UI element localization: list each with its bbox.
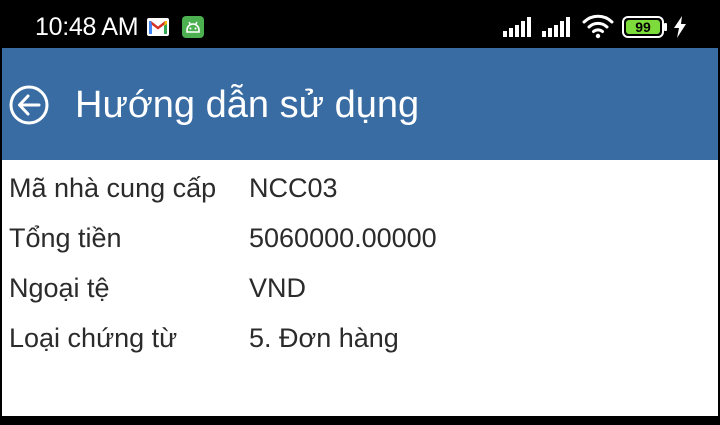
back-arrow-circle-icon[interactable] <box>8 84 50 126</box>
detail-value: 5. Đơn hàng <box>249 323 399 353</box>
status-time: 10:48 AM <box>35 13 139 41</box>
detail-row-currency: Ngoại tệ VND <box>2 260 718 310</box>
detail-label: Loại chứng từ <box>9 323 178 353</box>
detail-row-supplier-code: Mã nhà cung cấp NCC03 <box>2 160 718 210</box>
app-screen: Hướng dẫn sử dụng Mã nhà cung cấp NCC03 … <box>2 48 718 416</box>
status-bar: 10:48 AM 99 <box>0 0 720 52</box>
signal-icon <box>542 17 570 37</box>
gmail-icon <box>147 18 169 36</box>
detail-value: 5060000.00000 <box>249 223 437 253</box>
battery-icon: 99 <box>622 16 668 38</box>
app-bar: Hướng dẫn sử dụng <box>2 48 718 160</box>
charging-icon <box>674 16 686 38</box>
page-title: Hướng dẫn sử dụng <box>75 84 420 126</box>
detail-row-document-type: Loại chứng từ 5. Đơn hàng <box>2 310 718 360</box>
wifi-icon <box>582 14 614 39</box>
detail-list: Mã nhà cung cấp NCC03 Tổng tiền 5060000.… <box>2 160 718 360</box>
detail-value: NCC03 <box>249 173 338 203</box>
bottom-edge <box>0 416 720 425</box>
detail-label: Mã nhà cung cấp <box>9 173 217 203</box>
android-app-icon <box>182 16 204 38</box>
detail-value: VND <box>249 273 307 303</box>
signal-icon <box>503 17 531 37</box>
detail-label: Ngoại tệ <box>9 273 110 303</box>
detail-row-total-amount: Tổng tiền 5060000.00000 <box>2 210 718 260</box>
detail-label: Tổng tiền <box>9 223 122 253</box>
battery-level: 99 <box>635 19 651 35</box>
